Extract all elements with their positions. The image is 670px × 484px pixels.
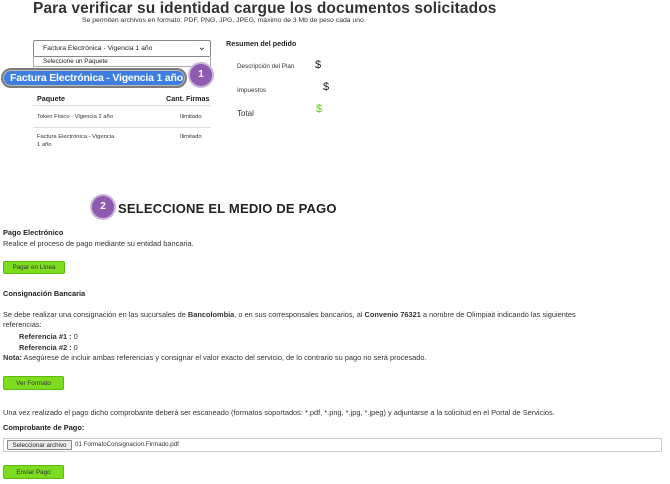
- summary-plan-label: Descripción del Plan: [237, 63, 295, 70]
- package-select-value: Factura Electrónica - Vigencia 1 año: [43, 45, 153, 52]
- summary-total-label: Total: [237, 109, 254, 118]
- deposit-note-label: Nota:: [3, 353, 22, 362]
- table-row-2-firmas: Ilimitado: [180, 134, 202, 140]
- bank-deposit-text: Se debe realizar una consignación en las…: [3, 310, 576, 319]
- pay-online-button[interactable]: Pagar en Línea: [3, 261, 65, 274]
- summary-tax-value: $: [323, 81, 330, 93]
- table-row-2-paquete-line1: Factura Electrónica - Vigencia: [37, 134, 115, 140]
- deposit-text-pre: Se debe realizar una consignación en las…: [3, 310, 188, 319]
- bank-deposit-title: Consignación Bancaria: [3, 289, 86, 298]
- payment-section-title: SELECCIONE EL MEDIO DE PAGO: [118, 201, 337, 216]
- table-divider: [33, 105, 211, 106]
- electronic-payment-title: Pago Electrónico: [3, 228, 64, 237]
- summary-tax-label: Impuestos: [237, 87, 267, 94]
- table-row-1-firmas: Ilimitado: [180, 114, 202, 120]
- summary-plan-value: $: [315, 59, 322, 71]
- reference-1-label: Referencia #1 :: [19, 332, 72, 341]
- deposit-note-text: Asegúrese de incluir ambas referencias y…: [21, 353, 427, 362]
- page-title: Para verificar su identidad cargue los d…: [33, 0, 497, 17]
- package-select[interactable]: Factura Electrónica - Vigencia 1 año ⌄: [33, 40, 211, 57]
- view-format-button[interactable]: Ver Formato: [3, 376, 64, 390]
- dropdown-option-placeholder[interactable]: Seleccione un Paquete: [43, 58, 108, 65]
- upload-instructions: Una vez realizado el pago dicho comproba…: [3, 408, 555, 417]
- reference-1: Referencia #1 : 0: [19, 332, 78, 341]
- payment-receipt-label: Comprobante de Pago:: [3, 423, 85, 432]
- step-badge-2: 2: [92, 196, 114, 218]
- table-header-firmas: Cant. Firmas: [166, 94, 210, 103]
- chevron-down-icon: ⌄: [197, 42, 206, 53]
- choose-file-button[interactable]: Seleccionar archivo: [7, 440, 72, 450]
- step-badge-1: 1: [190, 64, 212, 86]
- table-divider: [33, 127, 211, 128]
- summary-total-value: $: [316, 103, 323, 115]
- package-dropdown-list: Seleccione un Paquete: [33, 57, 211, 67]
- highlighted-package-option[interactable]: Factura Electrónica - Vigencia 1 año: [1, 68, 187, 88]
- table-row-1-paquete: Token Físico - Vigencia 2 año: [37, 114, 113, 120]
- deposit-text-line2: referencias:: [3, 320, 42, 329]
- deposit-text-mid: , o en sus corresponsales bancarios, al: [234, 310, 365, 319]
- reference-2-value: 0: [71, 343, 78, 352]
- electronic-payment-description: Realice el proceso de pago mediante su e…: [3, 239, 194, 248]
- table-row-2-paquete-line2: 1 año: [37, 142, 52, 148]
- deposit-note: Nota: Asegúrese de incluir ambas referen…: [3, 353, 427, 362]
- reference-2: Referencia #2 : 0: [19, 343, 78, 352]
- reference-2-label: Referencia #2 :: [19, 343, 72, 352]
- payment-receipt-file-input[interactable]: Seleccionar archivo 01 FormatoConsignaci…: [3, 438, 662, 452]
- reference-1-value: 0: [71, 332, 78, 341]
- selected-file-name: 01 FormatoConsignacion.Firmado.pdf: [75, 441, 179, 448]
- table-header-paquete: Paquete: [37, 94, 65, 103]
- highlighted-option-label: Factura Electrónica - Vigencia 1 año: [10, 72, 183, 84]
- order-summary-title: Resumen del pedido: [226, 39, 297, 48]
- deposit-text-post: a nombre de Olimpiait indicando las sigu…: [420, 310, 576, 319]
- deposit-bank-name: Bancolombia: [187, 310, 235, 319]
- deposit-agreement: Convenio 76321: [364, 310, 421, 319]
- page-subtitle: Se permiten archivos en formato: PDF, PN…: [82, 17, 366, 24]
- send-payment-button[interactable]: Enviar Pago: [3, 465, 64, 479]
